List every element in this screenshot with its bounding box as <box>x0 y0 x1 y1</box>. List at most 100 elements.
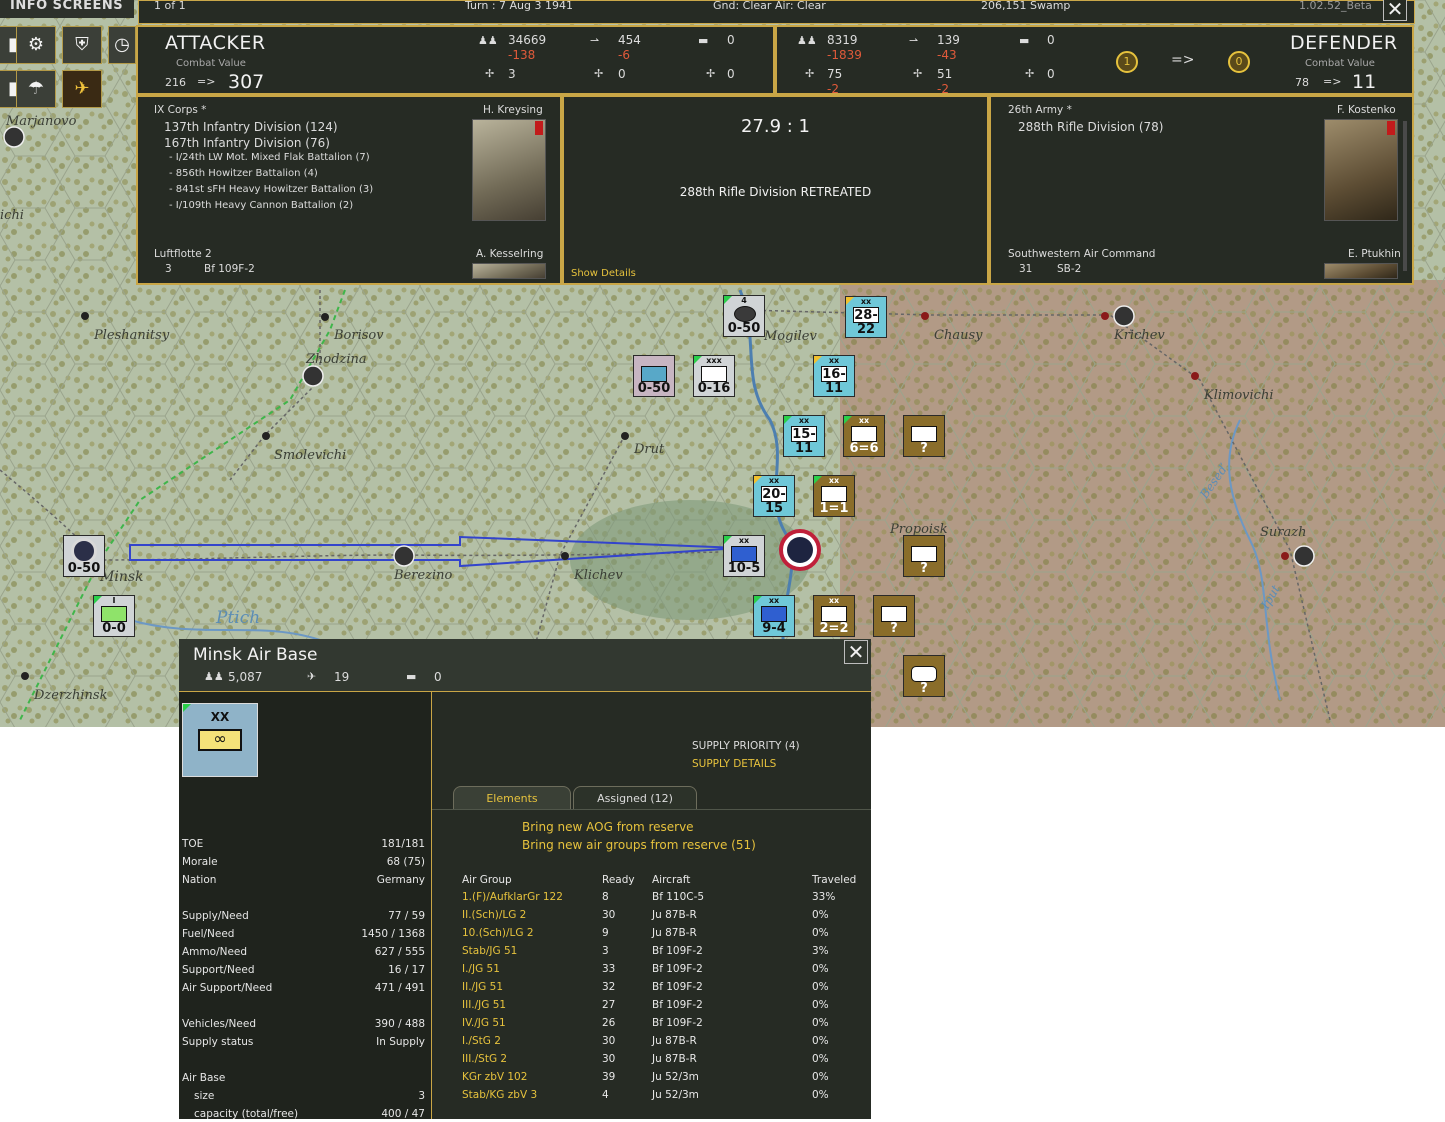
unit-counter[interactable]: xx 15-11 <box>783 415 825 457</box>
bring-air-groups-button[interactable]: Bring new air groups from reserve (51) <box>522 838 756 852</box>
unit-counter[interactable]: ? <box>873 595 915 637</box>
place-label: Dzerzhinsk <box>34 688 108 703</box>
unit-counter[interactable]: ? <box>903 415 945 457</box>
col-traveled[interactable]: Traveled <box>812 874 856 886</box>
rail-button[interactable]: ⛨ <box>62 26 102 64</box>
air-group-name[interactable]: IV./JG 51 <box>462 1017 506 1029</box>
supply-priority[interactable]: SUPPLY PRIORITY (4) <box>692 740 800 752</box>
air-group-name[interactable]: KGr zbV 102 <box>462 1071 527 1083</box>
stat-row: Air Support/Need 471 / 491 <box>182 982 425 996</box>
counter-strength: 16-11 <box>822 367 846 396</box>
unit-counter[interactable]: xx 2=2 <box>813 595 855 637</box>
commander-portrait <box>472 263 546 279</box>
unit-counter[interactable]: xx 1=1 <box>813 475 855 517</box>
attacker-unit[interactable]: 137th Infantry Division (124) <box>164 120 338 134</box>
table-row[interactable]: 1.(F)/AufklarGr 122 8 Bf 110C-5 33% <box>462 891 862 909</box>
col-aircraft[interactable]: Aircraft <box>652 874 690 886</box>
scrollbar[interactable] <box>1403 121 1407 271</box>
stat-value: 3 <box>418 1090 425 1102</box>
settings-button[interactable]: ⚙ <box>16 26 56 64</box>
air-group-name[interactable]: II./JG 51 <box>462 981 503 993</box>
air-group-name[interactable]: I./JG 51 <box>462 963 500 975</box>
unit-counter[interactable]: I 0-0 <box>93 595 135 637</box>
info-screens-bar[interactable]: INFO SCREENS <box>0 0 134 18</box>
attacker-unit[interactable]: 167th Infantry Division (76) <box>164 136 330 150</box>
table-row[interactable]: II./JG 51 32 Bf 109F-2 0% <box>462 981 862 999</box>
show-details-link[interactable]: Show Details <box>571 268 636 279</box>
unit-counter[interactable]: 0-50 <box>63 535 105 577</box>
unit-counter[interactable]: xx 16-11 <box>813 355 855 397</box>
infantry-icon <box>911 426 937 442</box>
air-base-counter[interactable]: XX ∞ <box>182 703 258 777</box>
air-group-traveled: 3% <box>812 945 829 957</box>
air-group-name[interactable]: III./StG 2 <box>462 1053 507 1065</box>
col-ready[interactable]: Ready <box>602 874 635 886</box>
air-group-traveled: 0% <box>812 1053 829 1065</box>
status-bar: 1 of 1 Turn : 7 Aug 3 1941 Gnd: Clear Ai… <box>138 0 1415 24</box>
tab-assigned[interactable]: Assigned (12) <box>573 786 697 810</box>
unit-counter[interactable]: ? <box>903 535 945 577</box>
unit-counter[interactable]: xxx 0-16 <box>693 355 735 397</box>
tab-elements[interactable]: Elements <box>453 786 571 810</box>
unit-counter[interactable]: ? <box>903 655 945 697</box>
air-group-name[interactable]: III./JG 51 <box>462 999 506 1011</box>
stat-row: capacity (total/free) 400 / 47 <box>182 1108 425 1122</box>
attacker-support-unit[interactable]: - I/109th Heavy Cannon Battalion (2) <box>169 200 353 211</box>
table-row[interactable]: I./JG 51 33 Bf 109F-2 0% <box>462 963 862 981</box>
bring-aog-button[interactable]: Bring new AOG from reserve <box>522 820 694 834</box>
table-row[interactable]: III./JG 51 27 Bf 109F-2 0% <box>462 999 862 1017</box>
table-row[interactable]: Stab/KG zbV 3 4 Ju 52/3m 0% <box>462 1089 862 1107</box>
air-group-traveled: 0% <box>812 909 829 921</box>
air-group-aircraft: Ju 87B-R <box>652 1053 697 1065</box>
air-group-aircraft: Bf 109F-2 <box>652 1017 703 1029</box>
supply-details-link[interactable]: SUPPLY DETAILS <box>692 758 776 770</box>
airdrop-button[interactable]: ☂ <box>16 70 56 108</box>
place-label: Surazh <box>1260 525 1307 540</box>
close-icon[interactable]: ✕ <box>844 640 868 664</box>
infantry-icon <box>911 546 937 562</box>
table-row[interactable]: Stab/JG 51 3 Bf 109F-2 3% <box>462 945 862 963</box>
attacker-support-unit[interactable]: - 856th Howitzer Battalion (4) <box>169 168 318 179</box>
combat-message: 288th Rifle Division RETREATED <box>679 185 872 199</box>
attacker-support-unit[interactable]: - 841st sFH Heavy Howitzer Battalion (3) <box>169 184 373 195</box>
air-mission-button[interactable]: ✈ <box>62 70 102 108</box>
place-label: Chausy <box>934 328 983 343</box>
table-row[interactable]: KGr zbV 102 39 Ju 52/3m 0% <box>462 1071 862 1089</box>
unit-counter[interactable]: xx 6=6 <box>843 415 885 457</box>
air-group-name[interactable]: II.(Sch)/LG 2 <box>462 909 526 921</box>
unit-counter[interactable]: 0-50 <box>633 355 675 397</box>
table-row[interactable]: IV./JG 51 26 Bf 109F-2 0% <box>462 1017 862 1035</box>
air-group-name[interactable]: Stab/JG 51 <box>462 945 517 957</box>
table-row[interactable]: II.(Sch)/LG 2 30 Ju 87B-R 0% <box>462 909 862 927</box>
close-icon[interactable]: ✕ <box>1383 0 1407 21</box>
attacker-support-unit[interactable]: - I/24th LW Mot. Mixed Flak Battalion (7… <box>169 152 370 163</box>
unit-counter[interactable]: xx 9-4 <box>753 595 795 637</box>
combat-value-label: Combat Value <box>176 58 246 69</box>
air-group-name[interactable]: I./StG 2 <box>462 1035 501 1047</box>
table-row[interactable]: III./StG 2 30 Ju 87B-R 0% <box>462 1053 862 1071</box>
table-row[interactable]: I./StG 2 30 Ju 87B-R 0% <box>462 1035 862 1053</box>
stat-row: Fuel/Need 1450 / 1368 <box>182 928 425 942</box>
air-group-name[interactable]: Stab/KG zbV 3 <box>462 1089 537 1101</box>
place-label: Minsk <box>100 569 144 585</box>
defender-unit[interactable]: 288th Rifle Division (78) <box>1018 120 1163 134</box>
stat-value: Germany <box>376 874 425 886</box>
cv-after: 11 <box>1352 71 1377 93</box>
col-air-group[interactable]: Air Group <box>462 874 512 886</box>
air-group-name[interactable]: 1.(F)/AufklarGr 122 <box>462 891 563 903</box>
hq-icon <box>734 306 756 322</box>
unit-counter[interactable]: xx 10-5 <box>723 535 765 577</box>
unit-counter[interactable]: xx 20-15 <box>753 475 795 517</box>
air-base-men: 5,087 <box>228 670 263 684</box>
defender-army[interactable]: 26th Army * <box>1008 104 1072 116</box>
unit-counter[interactable]: 4 0-50 <box>723 295 765 337</box>
men-icon: ♟♟ <box>478 34 498 47</box>
air-hq-icon: ∞ <box>198 729 242 751</box>
air-group-name[interactable]: 10.(Sch)/LG 2 <box>462 927 534 939</box>
clock-button[interactable]: ◷ <box>108 26 136 64</box>
attacker-corps[interactable]: IX Corps * <box>154 104 206 116</box>
counter-strength: 6=6 <box>849 441 879 456</box>
stat-row: Support/Need 16 / 17 <box>182 964 425 978</box>
table-row[interactable]: 10.(Sch)/LG 2 9 Ju 87B-R 0% <box>462 927 862 945</box>
unit-counter[interactable]: xx 28-22 <box>845 296 887 338</box>
